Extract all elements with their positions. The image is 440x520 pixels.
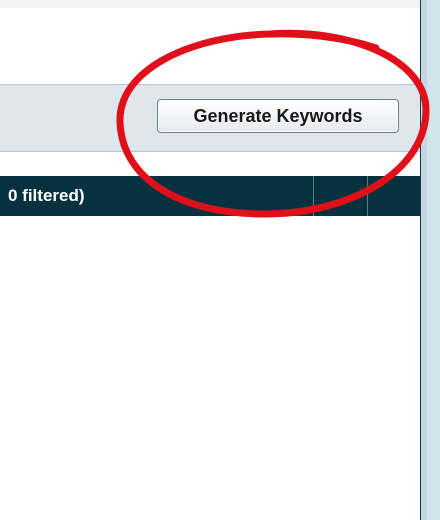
- toolbar: Generate Keywords: [0, 84, 420, 152]
- generate-keywords-button[interactable]: Generate Keywords: [157, 99, 399, 133]
- top-band: [0, 0, 420, 8]
- table-header-column[interactable]: [313, 176, 367, 216]
- table-header: 0 filtered): [0, 176, 420, 216]
- right-side-panel: [421, 0, 440, 520]
- right-side-panel-inner: [427, 0, 440, 520]
- table-header-column[interactable]: [367, 176, 420, 216]
- table-header-title[interactable]: 0 filtered): [8, 176, 313, 216]
